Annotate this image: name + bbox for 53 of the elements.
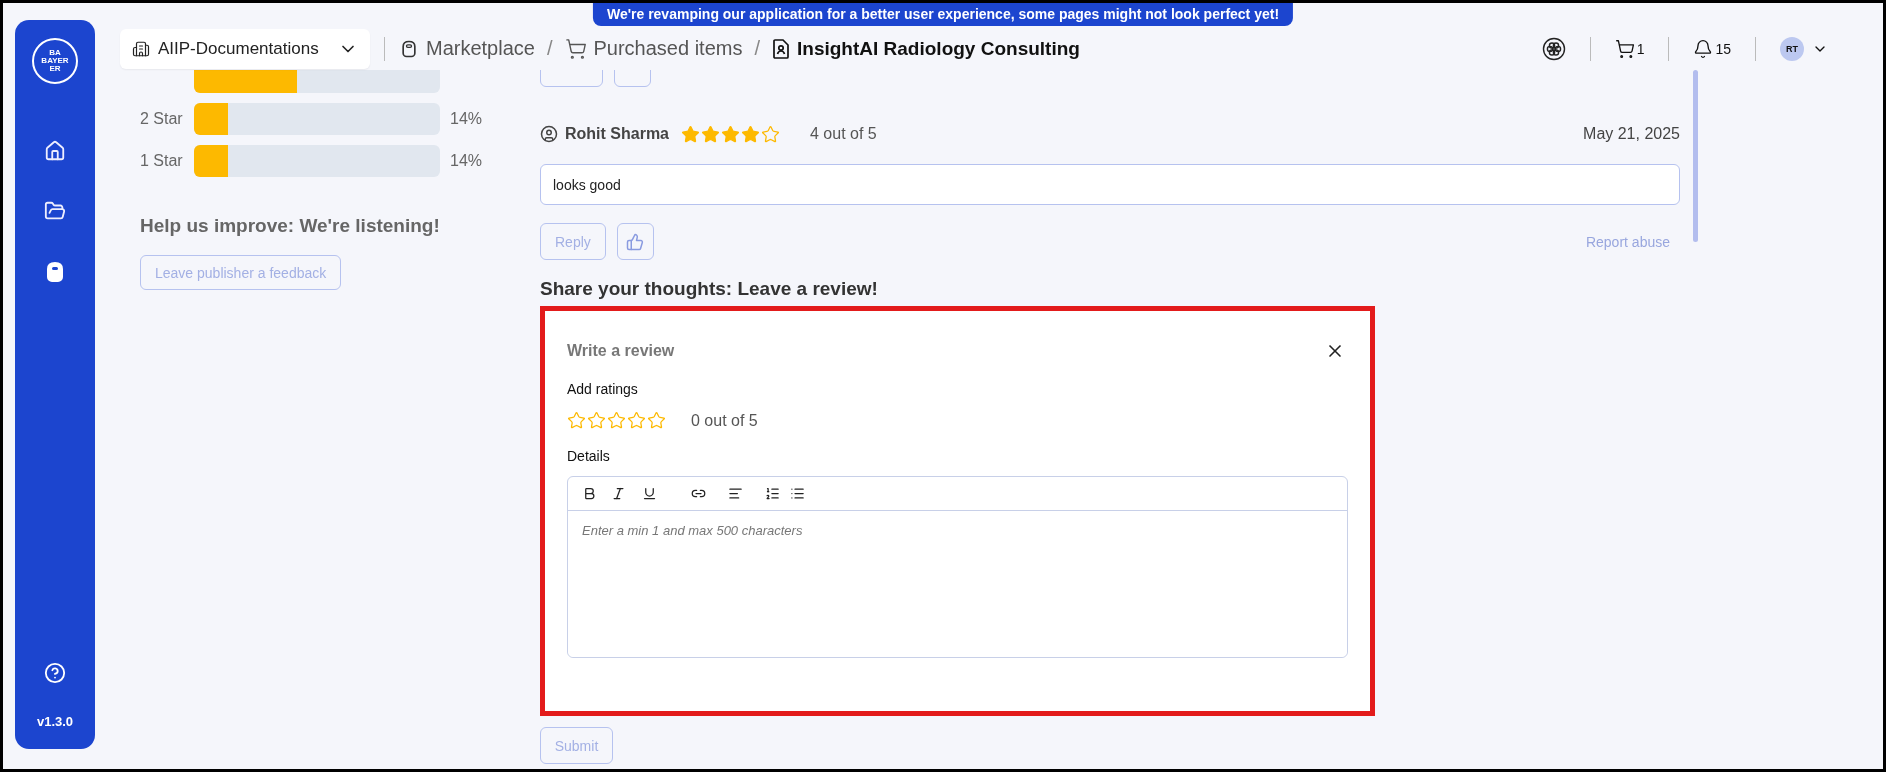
breadcrumb-link[interactable]: Purchased items: [564, 37, 743, 60]
star-icon[interactable]: [607, 411, 626, 430]
details-editor[interactable]: Enter a min 1 and max 500 characters: [567, 476, 1348, 658]
numbered-list-icon[interactable]: [765, 486, 780, 501]
form-rating: 0 out of 5: [691, 411, 758, 430]
underline-icon[interactable]: [642, 486, 657, 501]
star-icon: [681, 124, 700, 144]
version-label: v1.3.0: [36, 714, 74, 729]
section-heading: Share your thoughts: Leave a review!: [540, 278, 879, 300]
star-icon[interactable]: [587, 411, 606, 430]
thumbs-up-icon: [626, 232, 645, 251]
rating-label: 1 Star: [140, 152, 184, 170]
review-author: Rohit Sharma: [565, 125, 669, 143]
star-icon[interactable]: [567, 411, 586, 430]
bag-icon: [399, 38, 419, 59]
help-icon[interactable]: [44, 662, 66, 684]
breadcrumb-link[interactable]: InsightAI Radiology Consulting: [772, 37, 1080, 60]
rating-percent: 14%: [450, 110, 483, 128]
breadcrumb-separator: /: [546, 37, 553, 60]
review-comment: looks good: [540, 164, 1680, 205]
notifications-button[interactable]: 15: [1693, 38, 1731, 59]
flower-icon[interactable]: [1541, 36, 1566, 61]
logo: BA BAYER ER: [32, 38, 78, 84]
details-label: Details: [567, 448, 611, 464]
cart-icon: [564, 37, 587, 60]
form-title: Write a review: [567, 342, 675, 360]
bullet-list-icon[interactable]: [790, 486, 805, 501]
star-icon: [701, 124, 720, 144]
feedback-heading: Help us improve: We're listening!: [140, 215, 441, 237]
breadcrumb-link[interactable]: Marketplace: [399, 37, 535, 60]
review-rating: 4 out of 5: [810, 125, 877, 143]
workspace-dropdown[interactable]: AIIP-Documentations: [120, 28, 370, 69]
document-person-icon: [772, 38, 791, 59]
star-icon: [761, 124, 780, 144]
building-icon: [132, 39, 150, 58]
scrollbar[interactable]: [1693, 70, 1698, 242]
bold-icon[interactable]: [582, 486, 597, 501]
review-date: May 21, 2025: [1583, 125, 1680, 143]
folder-icon[interactable]: [44, 200, 66, 222]
cart-button[interactable]: 1: [1614, 38, 1645, 59]
star-icon: [741, 124, 760, 144]
breadcrumb-separator: /: [754, 37, 761, 60]
rating-label: 2 Star: [140, 110, 184, 128]
align-left-icon[interactable]: [728, 486, 743, 501]
home-icon[interactable]: [44, 140, 66, 162]
rating-percent: 14%: [450, 152, 483, 170]
ratings-label: Add ratings: [567, 381, 639, 397]
user-icon: [540, 125, 558, 143]
notice-banner: We're revamping our application for a better user experience, some pages might not look perfect yet!: [592, 3, 1294, 26]
star-icon[interactable]: [647, 411, 666, 430]
italic-icon[interactable]: [611, 486, 626, 501]
star-icon[interactable]: [627, 411, 646, 430]
star-icon: [721, 124, 740, 144]
